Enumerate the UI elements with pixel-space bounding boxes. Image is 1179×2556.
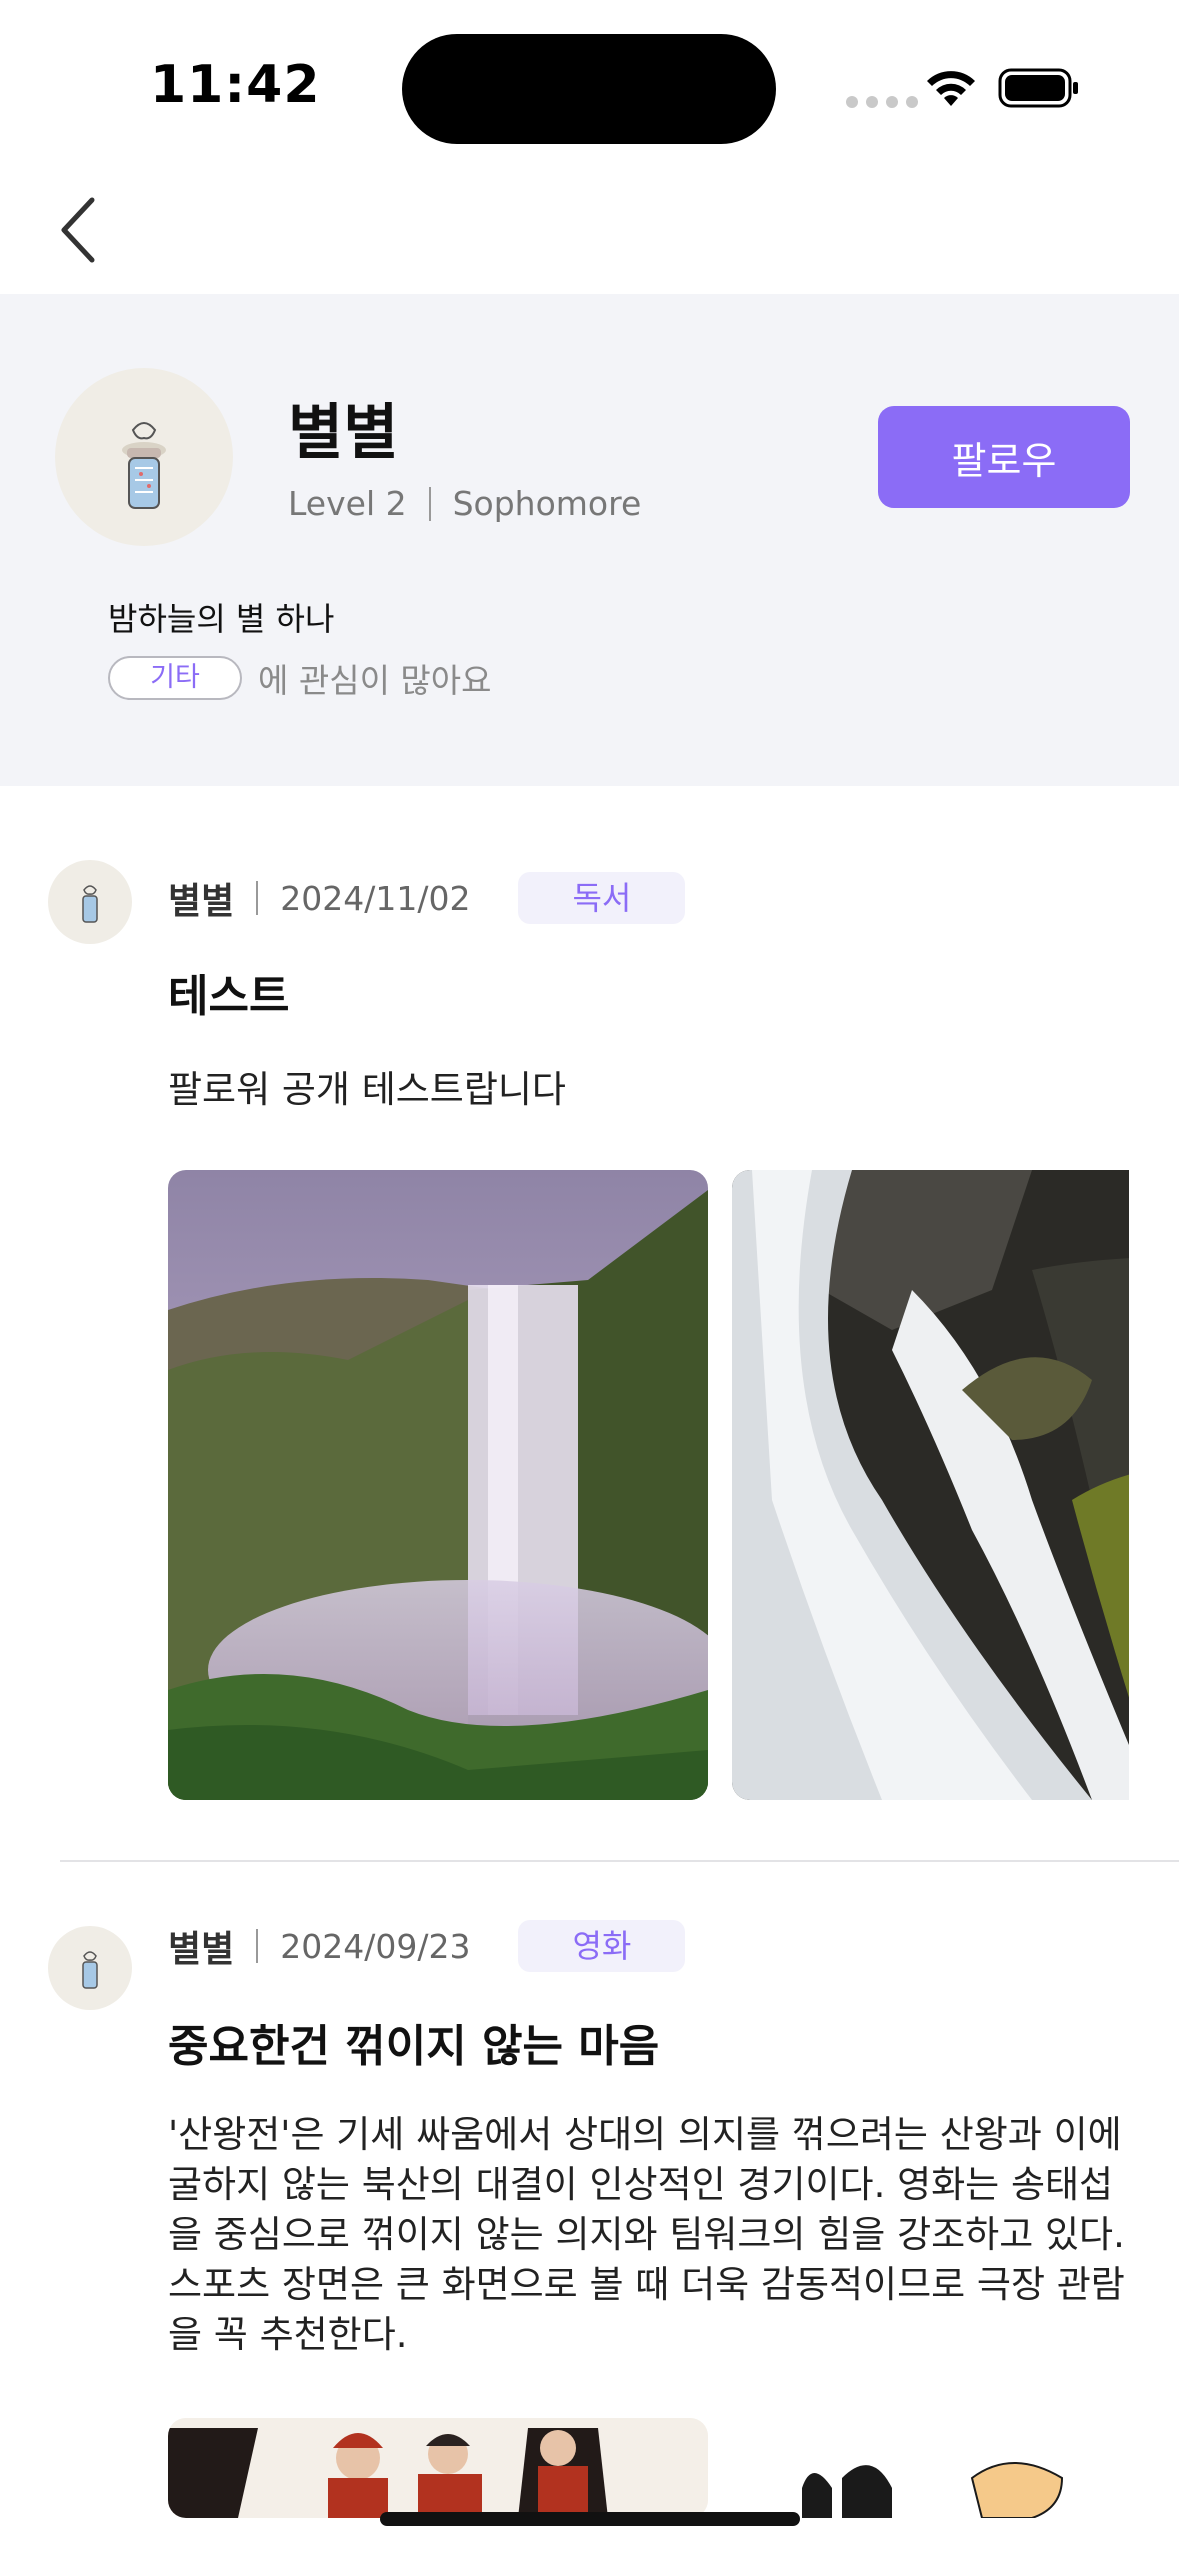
post-author-avatar xyxy=(48,1926,132,2010)
post-date: 2024/09/23 xyxy=(280,1926,471,1966)
post-body: '산왕전'은 기세 싸움에서 상대의 의지를 꺾으려는 산왕과 이에 굴하지 않… xyxy=(168,2113,1125,2356)
post-card[interactable]: 별별 2024/11/02 독서 테스트 팔로워 공개 테스트랍니다 xyxy=(0,860,1179,1820)
back-chevron-icon[interactable] xyxy=(50,190,110,270)
post-title: 중요한건 꺾이지 않는 마음 xyxy=(168,2021,660,2072)
status-time: 11:42 xyxy=(150,55,321,115)
meta-divider xyxy=(428,486,431,521)
profile-avatar xyxy=(55,368,233,546)
profile-level: Level 2 xyxy=(288,484,407,523)
wifi-icon xyxy=(927,71,975,106)
profile-header: 별별 Level 2 Sophomore 팔로우 밤하늘의 별 하나 기타 에 … xyxy=(0,294,1179,786)
battery-icon xyxy=(998,68,1078,108)
post-divider xyxy=(60,1860,1179,1862)
home-indicator xyxy=(380,2512,800,2526)
post-category-tag: 영화 xyxy=(518,1920,686,1972)
post-image-carousel[interactable] xyxy=(168,2418,1129,2518)
interest-text: 에 관심이 많아요 xyxy=(258,661,492,700)
post-date: 2024/11/02 xyxy=(280,878,471,918)
post-image-movie-poster[interactable] xyxy=(168,2418,708,2518)
status-bar: 11:42 xyxy=(0,0,1179,170)
post-author: 별별 xyxy=(168,881,235,922)
post-author: 별별 xyxy=(168,1929,235,1970)
post-author-avatar xyxy=(48,860,132,944)
meta-divider xyxy=(256,881,259,915)
post-body: 팔로워 공개 테스트랍니다 xyxy=(168,1068,566,1111)
post-image-carousel[interactable] xyxy=(168,1170,1129,1800)
meta-divider xyxy=(256,1929,259,1963)
post-meta: 별별 2024/09/23 영화 xyxy=(168,1920,686,1972)
profile-meta: Level 2 Sophomore xyxy=(288,484,641,523)
post-image-waterfall-rocks[interactable] xyxy=(732,1170,1129,1800)
post-image-movie-illustration[interactable] xyxy=(732,2418,1129,2518)
post-card[interactable]: 별별 2024/09/23 영화 중요한건 꺾이지 않는 마음 '산왕전'은 기… xyxy=(0,1906,1179,2526)
profile-grade: Sophomore xyxy=(452,484,642,523)
profile-bio: 밤하늘의 별 하나 xyxy=(108,600,335,638)
profile-name: 별별 xyxy=(288,398,399,468)
post-category-tag: 독서 xyxy=(518,872,686,924)
interest-row: 기타 에 관심이 많아요 xyxy=(108,654,492,702)
dynamic-island xyxy=(402,34,776,144)
post-meta: 별별 2024/11/02 독서 xyxy=(168,872,686,924)
post-image-waterfall-cliff[interactable] xyxy=(168,1170,708,1800)
interest-tag[interactable]: 기타 xyxy=(108,656,242,700)
follow-button[interactable]: 팔로우 xyxy=(878,406,1130,508)
post-title: 테스트 xyxy=(168,971,290,1022)
cellular-signal-icon xyxy=(846,96,918,108)
